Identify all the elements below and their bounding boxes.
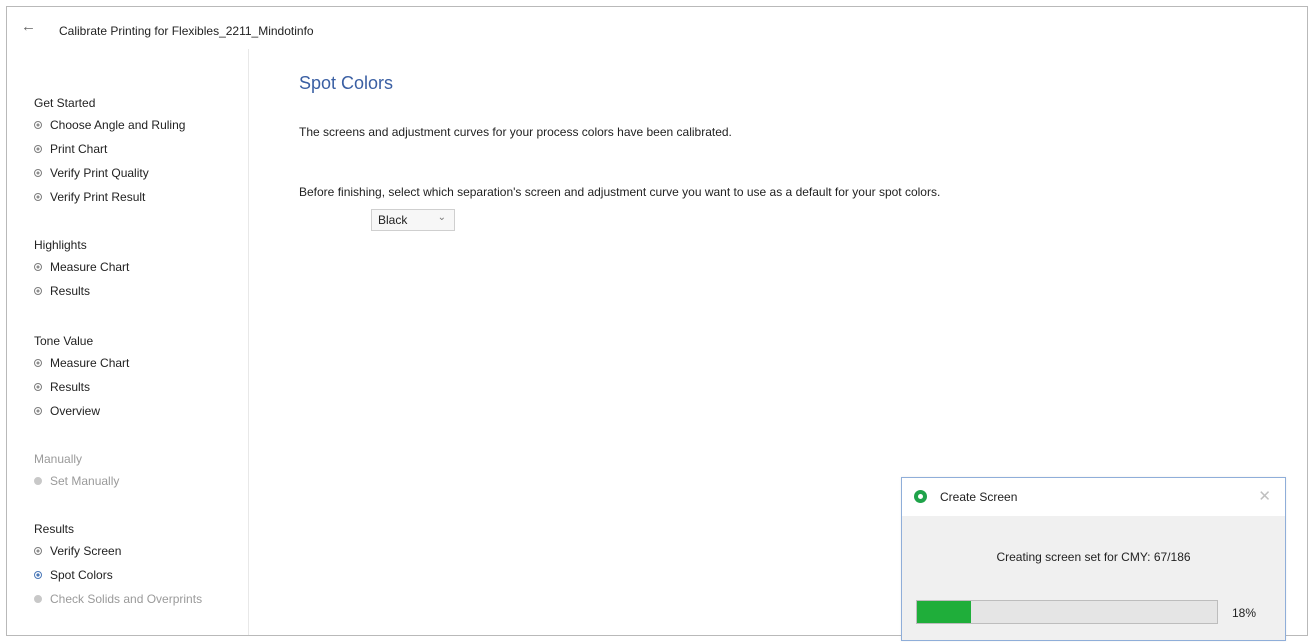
sidebar-item-choose-angle-and-ruling[interactable]: Choose Angle and Ruling	[34, 113, 185, 137]
sidebar-section-manually: Manually Set Manually	[34, 449, 119, 493]
sidebar-item-tone-results[interactable]: Results	[34, 375, 129, 399]
sidebar-item-label: Set Manually	[50, 474, 120, 488]
progress-message: Creating screen set for CMY: 67/186	[996, 550, 1191, 564]
sidebar-section-title: Tone Value	[34, 334, 94, 348]
chevron-down-icon: ⌄	[437, 212, 446, 223]
back-arrow-icon[interactable]: ←	[21, 19, 41, 35]
sidebar-item-tone-measure-chart[interactable]: Measure Chart	[34, 351, 129, 375]
sidebar-item-label: Results	[50, 380, 91, 394]
sidebar-section-highlights: Highlights Measure Chart Results	[34, 235, 129, 303]
window-title: Calibrate Printing for Flexibles_2211_Mi…	[59, 24, 314, 38]
create-screen-dialog: Create Screen ✕ Creating screen set for …	[901, 477, 1286, 641]
sidebar-item-label: Spot Colors	[50, 568, 113, 582]
sidebar-section-title: Highlights	[34, 238, 87, 252]
sidebar-item-verify-print-result[interactable]: Verify Print Result	[34, 185, 185, 209]
step-done-icon	[34, 263, 42, 271]
step-done-icon	[34, 145, 42, 153]
description-text: The screens and adjustment curves for yo…	[299, 125, 732, 139]
step-current-icon	[34, 571, 42, 579]
sidebar-item-label: Choose Angle and Ruling	[50, 118, 186, 132]
sidebar-section-title: Manually	[34, 452, 83, 466]
sidebar-item-spot-colors[interactable]: Spot Colors	[34, 563, 202, 587]
progress-percent: 18%	[1232, 606, 1257, 620]
sidebar-item-highlights-results[interactable]: Results	[34, 279, 129, 303]
dialog-title: Create Screen	[940, 490, 1018, 504]
sidebar-item-label: Measure Chart	[50, 260, 130, 274]
title-bar: ← Calibrate Printing for Flexibles_2211_…	[7, 7, 1307, 49]
step-done-icon	[34, 121, 42, 129]
sidebar-item-tone-overview[interactable]: Overview	[34, 399, 129, 423]
sidebar-item-set-manually: Set Manually	[34, 469, 119, 493]
sidebar-item-label: Overview	[50, 404, 101, 418]
dialog-header: Create Screen ✕	[902, 478, 1285, 516]
step-done-icon	[34, 287, 42, 295]
sidebar-item-label: Verify Screen	[50, 544, 122, 558]
sidebar-item-label: Verify Print Quality	[50, 166, 149, 180]
sidebar-item-print-chart[interactable]: Print Chart	[34, 137, 185, 161]
step-done-icon	[34, 193, 42, 201]
progress-bar	[916, 600, 1218, 624]
progress-bar-fill	[917, 601, 971, 623]
sidebar-item-highlights-measure-chart[interactable]: Measure Chart	[34, 255, 129, 279]
separation-select[interactable]: Black ⌄	[371, 209, 455, 231]
sidebar-section-results: Results Verify Screen Spot Colors Check …	[34, 519, 202, 611]
step-disabled-icon	[34, 477, 42, 485]
sidebar-item-label: Verify Print Result	[50, 190, 146, 204]
step-done-icon	[34, 359, 42, 367]
close-icon[interactable]: ✕	[1258, 487, 1271, 505]
separation-select-value: Black	[378, 213, 408, 227]
step-done-icon	[34, 169, 42, 177]
step-done-icon	[34, 407, 42, 415]
sidebar-section-get-started: Get Started Choose Angle and Ruling Prin…	[34, 93, 185, 209]
sidebar-item-label: Results	[50, 284, 91, 298]
sidebar-item-check-solids-and-overprints: Check Solids and Overprints	[34, 587, 202, 611]
instruction-text: Before finishing, select which separatio…	[299, 185, 941, 199]
sidebar-section-title: Get Started	[34, 96, 96, 110]
sidebar-item-label: Check Solids and Overprints	[50, 592, 203, 606]
step-done-icon	[34, 383, 42, 391]
sidebar-item-label: Print Chart	[50, 142, 108, 156]
main-content: Spot Colors The screens and adjustment c…	[299, 73, 940, 231]
sidebar: Get Started Choose Angle and Ruling Prin…	[7, 49, 249, 635]
status-icon	[914, 490, 927, 503]
step-disabled-icon	[34, 595, 42, 603]
sidebar-section-tone-value: Tone Value Measure Chart Results Overvie…	[34, 331, 129, 423]
step-done-icon	[34, 547, 42, 555]
sidebar-section-title: Results	[34, 522, 75, 536]
page-title: Spot Colors	[299, 73, 394, 93]
calibration-window: ← Calibrate Printing for Flexibles_2211_…	[6, 6, 1308, 641]
sidebar-item-verify-screen[interactable]: Verify Screen	[34, 539, 202, 563]
sidebar-item-verify-print-quality[interactable]: Verify Print Quality	[34, 161, 185, 185]
sidebar-item-label: Measure Chart	[50, 356, 130, 370]
